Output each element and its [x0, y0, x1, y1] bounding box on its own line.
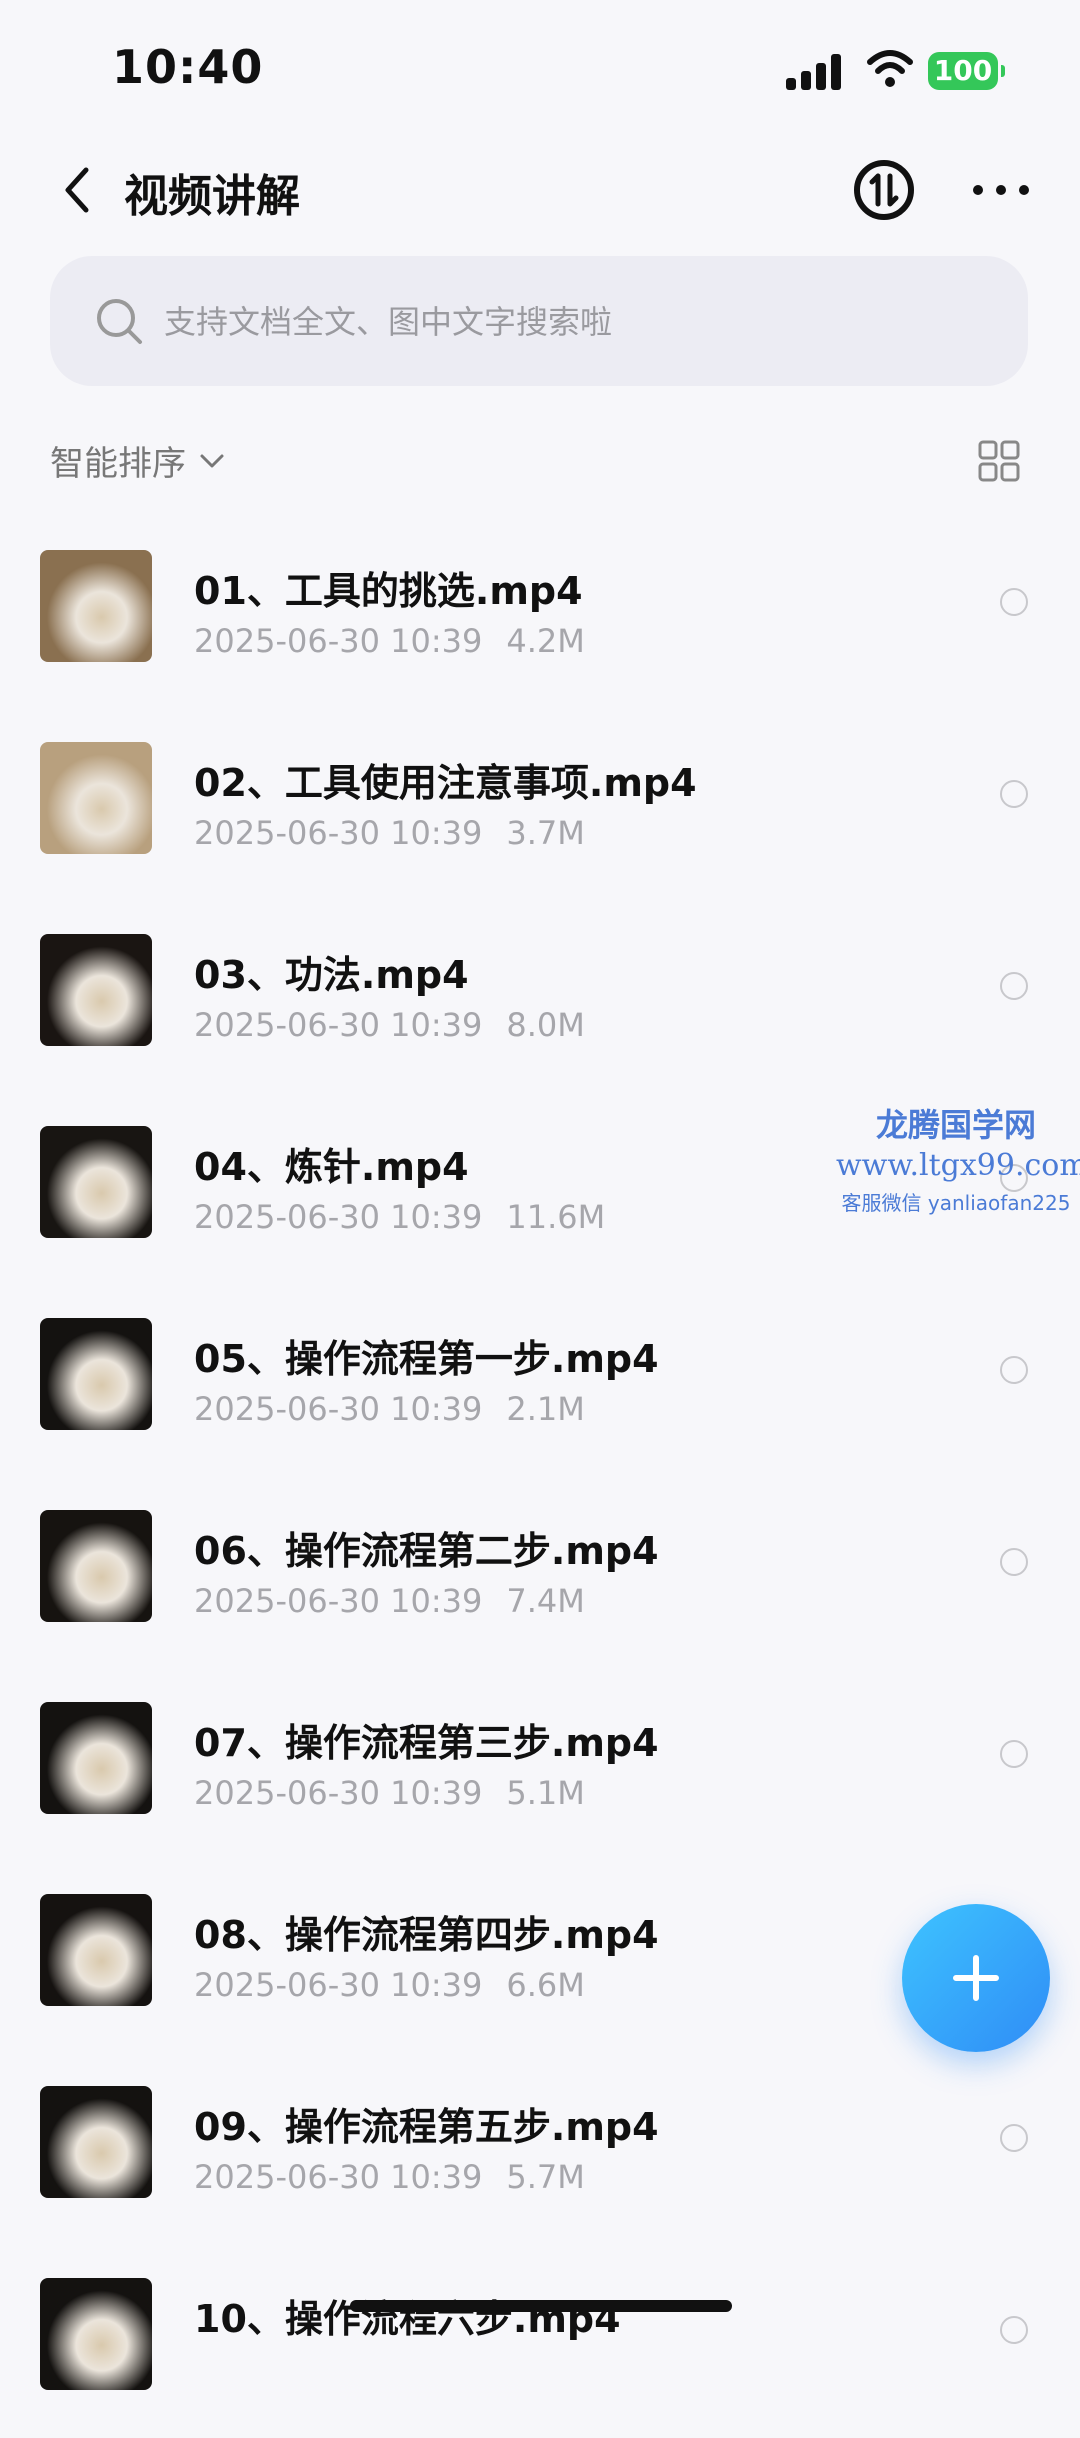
- file-meta: 2025-06-30 10:39 11.6M: [194, 1198, 605, 1236]
- file-size: 5.1M: [506, 1774, 585, 1812]
- plus-icon: [953, 1955, 999, 2001]
- video-thumbnail: [40, 2278, 152, 2390]
- file-row[interactable]: 01、工具的挑选.mp4 2025-06-30 10:39 4.2M: [0, 520, 1080, 710]
- chevron-down-icon: [200, 454, 224, 467]
- file-meta: 2025-06-30 10:39 6.6M: [194, 1966, 585, 2004]
- file-size: 6.6M: [506, 1966, 585, 2004]
- file-size: 3.7M: [506, 814, 585, 852]
- select-radio[interactable]: [1000, 1356, 1028, 1384]
- sort-dropdown[interactable]: 智能排序: [50, 436, 226, 485]
- page-title: 视频讲解: [124, 171, 300, 222]
- file-row[interactable]: 06、操作流程第二步.mp4 2025-06-30 10:39 7.4M: [0, 1480, 1080, 1670]
- nav-bar: 视频讲解: [0, 150, 1080, 230]
- file-meta: 2025-06-30 10:39 3.7M: [194, 814, 585, 852]
- add-button[interactable]: [902, 1904, 1050, 2052]
- file-date: 2025-06-30 10:39: [194, 1006, 483, 1044]
- file-size: 5.7M: [506, 2158, 585, 2196]
- file-name: 01、工具的挑选.mp4: [194, 569, 583, 613]
- file-date: 2025-06-30 10:39: [194, 814, 483, 852]
- file-meta: 2025-06-30 10:39 7.4M: [194, 1582, 585, 1620]
- watermark: 龙腾国学网 www.ltgx99.com 客服微信 yanliaofan225: [836, 1100, 1080, 1216]
- search-input[interactable]: [162, 256, 986, 388]
- status-bar: 10:40 100: [0, 0, 1080, 130]
- file-date: 2025-06-30 10:39: [194, 1198, 483, 1236]
- video-thumbnail: [40, 1702, 152, 1814]
- wifi-icon: [867, 50, 913, 87]
- file-name: 07、操作流程第三步.mp4: [194, 1721, 659, 1765]
- file-meta: 2025-06-30 10:39 2.1M: [194, 1390, 585, 1428]
- select-radio[interactable]: [1000, 588, 1028, 616]
- file-name: 03、功法.mp4: [194, 953, 469, 997]
- sort-label: 智能排序: [50, 444, 186, 484]
- file-name: 04、炼针.mp4: [194, 1145, 469, 1189]
- file-name: 02、工具使用注意事项.mp4: [194, 761, 697, 805]
- video-thumbnail: [40, 934, 152, 1046]
- select-radio[interactable]: [1000, 2124, 1028, 2152]
- file-name: 08、操作流程第四步.mp4: [194, 1913, 659, 1957]
- battery-indicator: 100: [928, 52, 1005, 90]
- file-row[interactable]: 02、工具使用注意事项.mp4 2025-06-30 10:39 3.7M: [0, 712, 1080, 902]
- file-meta: 2025-06-30 10:39 8.0M: [194, 1006, 585, 1044]
- grid-view-icon[interactable]: [978, 440, 1020, 482]
- select-radio[interactable]: [1000, 2316, 1028, 2344]
- video-thumbnail: [40, 2086, 152, 2198]
- search-icon: [97, 299, 142, 344]
- select-radio[interactable]: [1000, 1548, 1028, 1576]
- file-name: 10、操作流程六步.mp4: [194, 2297, 621, 2341]
- file-date: 2025-06-30 10:39: [194, 1390, 483, 1428]
- file-meta: 2025-06-30 10:39 5.1M: [194, 1774, 585, 1812]
- search-bar[interactable]: [50, 256, 1028, 388]
- watermark-url: www.ltgx99.com: [836, 1148, 1080, 1183]
- video-thumbnail: [40, 1510, 152, 1622]
- cloud-sync-icon[interactable]: [852, 158, 916, 222]
- select-radio[interactable]: [1000, 780, 1028, 808]
- file-size: 7.4M: [506, 1582, 585, 1620]
- file-row[interactable]: 03、功法.mp4 2025-06-30 10:39 8.0M: [0, 904, 1080, 1094]
- file-name: 05、操作流程第一步.mp4: [194, 1337, 659, 1381]
- file-row[interactable]: 05、操作流程第一步.mp4 2025-06-30 10:39 2.1M: [0, 1288, 1080, 1478]
- file-size: 11.6M: [506, 1198, 606, 1236]
- status-time: 10:40: [112, 40, 264, 94]
- file-meta: 2025-06-30 10:39 5.7M: [194, 2158, 585, 2196]
- file-date: 2025-06-30 10:39: [194, 2158, 483, 2196]
- file-date: 2025-06-30 10:39: [194, 1582, 483, 1620]
- video-thumbnail: [40, 1894, 152, 2006]
- file-row[interactable]: 10、操作流程六步.mp4: [0, 2248, 1080, 2438]
- sort-row: 智能排序: [0, 428, 1080, 488]
- home-indicator: [350, 2300, 732, 2312]
- file-row[interactable]: 07、操作流程第三步.mp4 2025-06-30 10:39 5.1M: [0, 1672, 1080, 1862]
- file-date: 2025-06-30 10:39: [194, 1966, 483, 2004]
- file-name: 06、操作流程第二步.mp4: [194, 1529, 659, 1573]
- file-meta: 2025-06-30 10:39 4.2M: [194, 622, 585, 660]
- back-button[interactable]: [52, 160, 102, 220]
- file-name: 09、操作流程第五步.mp4: [194, 2105, 659, 2149]
- file-size: 8.0M: [506, 1006, 585, 1044]
- video-thumbnail: [40, 550, 152, 662]
- file-size: 4.2M: [506, 622, 585, 660]
- watermark-title: 龙腾国学网: [875, 1106, 1036, 1144]
- video-thumbnail: [40, 742, 152, 854]
- watermark-contact: 客服微信 yanliaofan225: [841, 1191, 1071, 1215]
- file-row[interactable]: 09、操作流程第五步.mp4 2025-06-30 10:39 5.7M: [0, 2056, 1080, 2246]
- more-dots-icon[interactable]: [966, 170, 1036, 210]
- file-date: 2025-06-30 10:39: [194, 1774, 483, 1812]
- signal-icon: [786, 52, 844, 90]
- select-radio[interactable]: [1000, 1740, 1028, 1768]
- file-meta: [194, 2350, 218, 2388]
- video-thumbnail: [40, 1126, 152, 1238]
- select-radio[interactable]: [1000, 972, 1028, 1000]
- file-size: 2.1M: [506, 1390, 585, 1428]
- file-date: 2025-06-30 10:39: [194, 622, 483, 660]
- video-thumbnail: [40, 1318, 152, 1430]
